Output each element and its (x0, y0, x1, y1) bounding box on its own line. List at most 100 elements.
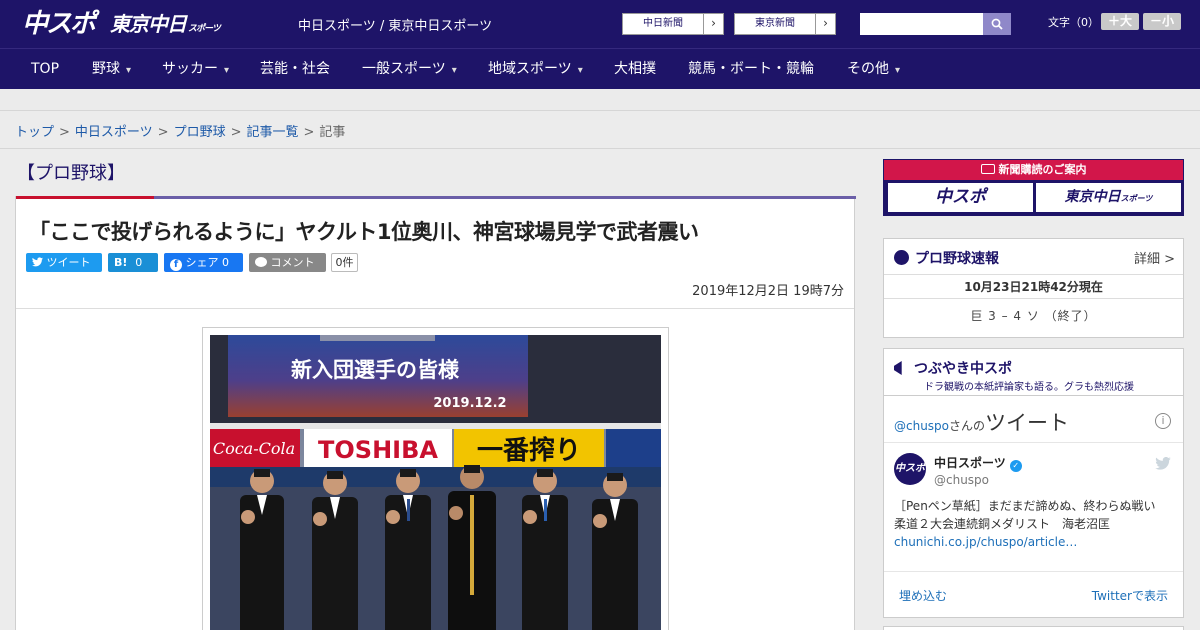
breadcrumb-link-article-list[interactable]: 記事一覧 (247, 125, 299, 140)
scoreboard-text: 新入団選手の皆様 (291, 358, 460, 382)
hatena-bookmark-button[interactable]: B! 0 (108, 253, 158, 272)
font-size-decrease-button[interactable]: －小 (1143, 13, 1181, 30)
nav-item-sumo[interactable]: 大相撲 (614, 49, 656, 89)
font-size-increase-button[interactable]: ＋大 (1101, 13, 1139, 30)
nav-item-local-sports[interactable]: 地域スポーツ ▾ (488, 49, 583, 89)
chevron-down-icon: ▾ (224, 65, 230, 76)
nav-label: 芸能・社会 (260, 61, 330, 77)
comment-label: コメント (270, 256, 315, 269)
article-headline: 「ここで投げられるように」ヤクルト1位奥川、神宮球場見学で武者震い (29, 220, 699, 244)
nav-label: 野球 (92, 61, 120, 77)
nav-label: 一般スポーツ (362, 61, 446, 77)
promo-tokyo-chunichi[interactable]: 東京中日スポーツ (1036, 183, 1181, 212)
next-sidebar-widget (883, 626, 1184, 630)
nav-item-soccer[interactable]: サッカー ▾ (162, 49, 229, 89)
twitter-bird-icon[interactable] (1155, 455, 1171, 474)
divider (884, 395, 1183, 396)
author-name-text: 中日スポーツ (934, 456, 1006, 470)
breadcrumb-separator: > (59, 125, 70, 140)
score-timestamp: 10月23日21時42分現在 (884, 275, 1183, 299)
toshiba-sign: TOSHIBA (318, 436, 438, 464)
promo-chuspo[interactable]: 中スポ (888, 183, 1033, 212)
avatar[interactable]: 中スポ (894, 453, 926, 485)
tweet-button[interactable]: ツイート (26, 253, 102, 272)
nav-item-entertainment[interactable]: 芸能・社会 (260, 49, 330, 89)
promo-title-text: 新聞購読のご案内 (998, 163, 1087, 176)
top-header: 中スポ 東京中日 スポーツ 中日スポーツ / 東京中日スポーツ 中日新聞 › 東京… (0, 0, 1200, 48)
main-nav: TOP 野球 ▾ サッカー ▾ 芸能・社会 一般スポーツ ▾ 地域スポーツ ▾ 大相撲 … (0, 48, 1200, 89)
spacer-band (0, 89, 1200, 111)
chunichi-shinbun-link[interactable]: 中日新聞 › (622, 13, 724, 35)
article-card: 「ここで投げられるように」ヤクルト1位奥川、神宮球場見学で武者震い ツイート B… (15, 196, 856, 630)
search-button[interactable] (983, 13, 1011, 35)
tweet-label: ツイート (46, 256, 91, 269)
view-on-twitter-link[interactable]: Twitterで表示 (1092, 587, 1168, 604)
nav-item-general-sports[interactable]: 一般スポーツ ▾ (362, 49, 457, 89)
nav-label: サッカー (162, 61, 218, 77)
facebook-share-button[interactable]: f シェア 0 (164, 253, 243, 272)
chuspo-logo[interactable]: 中スポ (22, 8, 96, 40)
tweet-author-name[interactable]: 中日スポーツ ✓ (934, 454, 1022, 472)
tweet-body: ［Penペン草紙］まだまだ諦めぬ、終わらぬ戦い 柔道２大会連続銅メダリスト 海老… (894, 499, 1168, 531)
comment-count: 0件 (331, 253, 358, 272)
comment-bubble-icon (255, 257, 267, 267)
breadcrumb: トップ > 中日スポーツ > プロ野球 > 記事一覧 > 記事 (15, 121, 345, 140)
score-title-text: プロ野球速報 (915, 251, 999, 267)
breadcrumb-separator: > (303, 125, 315, 140)
promo-tokyo-suffix: スポーツ (1120, 194, 1153, 203)
newspaper-icon (980, 164, 995, 174)
facebook-share-label: シェア (185, 256, 219, 269)
subscription-promo[interactable]: 新聞購読のご案内 中スポ 東京中日スポーツ (883, 159, 1184, 216)
divider (884, 442, 1183, 443)
chevron-down-icon: ▾ (577, 65, 583, 76)
chevron-down-icon: ▾ (126, 65, 132, 76)
breadcrumb-link-pro-baseball[interactable]: プロ野球 (174, 125, 226, 140)
nav-item-other[interactable]: その他 ▾ (847, 49, 900, 89)
comment-button[interactable]: コメント (249, 253, 326, 272)
nav-label: その他 (847, 61, 889, 77)
section-label: 【プロ野球】 (17, 163, 125, 184)
search-input[interactable] (860, 13, 984, 35)
article-date: 2019年12月2日 19時7分 (692, 284, 844, 299)
timeline-user-link[interactable]: @chuspo (894, 419, 949, 433)
nav-item-baseball[interactable]: 野球 ▾ (92, 49, 131, 89)
font-size-label: 文字（0） (1048, 16, 1099, 29)
twitter-widget: つぶやき中スポ ドラ観戦の本紙評論家も語る。グラも熱烈応援 @chuspoさんの… (883, 348, 1184, 618)
score-result[interactable]: 巨 3 – 4 ソ （終了） (884, 307, 1183, 324)
hatena-icon: B! (114, 256, 128, 269)
tokyo-logo-text: 東京中日 (110, 12, 187, 36)
article-photo-frame: 新入団選手の皆様 2019.12.2 Coca-Cola TOSHIBA 一番搾… (202, 327, 669, 630)
tokyo-chunichi-logo[interactable]: 東京中日 スポーツ (110, 8, 221, 40)
photo-illustration: 新入団選手の皆様 2019.12.2 Coca-Cola TOSHIBA 一番搾… (210, 335, 661, 630)
cocacola-sign: Coca-Cola (213, 439, 295, 458)
tweet-link[interactable]: chunichi.co.jp/chuspo/article… (894, 535, 1077, 549)
facebook-icon: f (170, 259, 182, 271)
tweet-author-handle[interactable]: @chuspo (934, 473, 989, 487)
embed-link[interactable]: 埋め込む (899, 587, 947, 604)
nav-item-racing[interactable]: 競馬・ボート・競輪 (688, 49, 814, 89)
article-photo[interactable]: 新入団選手の皆様 2019.12.2 Coca-Cola TOSHIBA 一番搾… (210, 335, 661, 630)
tokyo-logo-suffix: スポーツ (188, 24, 221, 34)
verified-badge-icon: ✓ (1009, 460, 1022, 472)
divider (884, 571, 1183, 572)
info-icon[interactable]: i (1155, 413, 1171, 429)
chevron-right-icon: › (703, 14, 723, 34)
breadcrumb-link-chunichi-sports[interactable]: 中日スポーツ (75, 125, 153, 140)
article-top-accent (16, 196, 154, 199)
tweet-title-text: つぶやき中スポ (914, 361, 1012, 377)
timeline-tweet-label: ツイート (985, 411, 1070, 435)
tokyo-link-label: 東京新聞 (755, 18, 795, 29)
nav-item-top[interactable]: TOP (31, 49, 59, 89)
twitter-bird-svg (1155, 456, 1171, 470)
megaphone-icon (894, 361, 902, 375)
score-details-link[interactable]: 詳細 > (1134, 248, 1175, 267)
breadcrumb-link-top[interactable]: トップ (15, 125, 54, 140)
promo-title: 新聞購読のご案内 (884, 160, 1183, 180)
tweet-widget-title: つぶやき中スポ (894, 358, 1012, 378)
site-name: 中日スポーツ / 東京中日スポーツ (298, 19, 493, 34)
chevron-down-icon: ▾ (895, 65, 901, 76)
nav-label: 大相撲 (614, 61, 656, 77)
promo-tokyo-text: 東京中日 (1064, 189, 1121, 205)
timeline-san: さんの (949, 419, 986, 433)
tokyo-shinbun-link[interactable]: 東京新聞 › (734, 13, 836, 35)
